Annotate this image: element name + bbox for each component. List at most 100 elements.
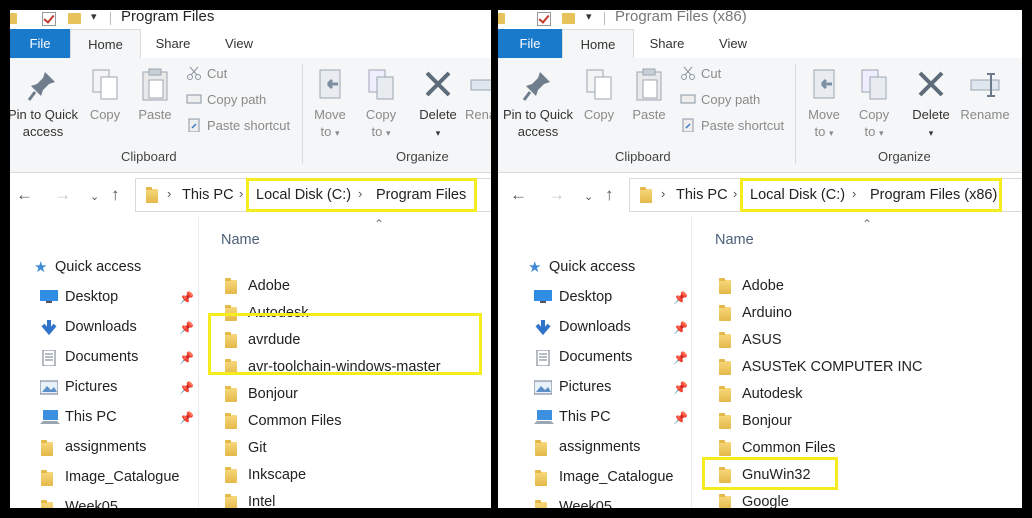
tab-home[interactable]: Home [562,29,634,60]
list-item[interactable]: Common Files [225,413,341,429]
copy-button[interactable]: Copy [87,68,123,123]
list-item[interactable]: Adobe [225,278,290,294]
copy-path-button[interactable]: Copy path [680,92,760,107]
cut-button[interactable]: Cut [186,66,227,81]
list-item[interactable]: Git [225,440,267,456]
properties-check-icon[interactable] [537,12,551,26]
column-header-name[interactable]: Name [715,232,754,248]
rename-icon [970,73,1000,97]
explorer-window-program-files: ▾ Program Files File Home Share View Pin… [10,10,491,508]
copy-button[interactable]: Copy [581,68,617,123]
nav-item-desktop[interactable]: Desktop [534,289,612,305]
delete-button[interactable]: Delete ▾ [415,68,461,142]
nav-item-this-pc[interactable]: This PC [40,409,117,425]
nav-item-image-catalogue[interactable]: Image_Catalogue [40,469,180,486]
scissors-icon [186,66,202,80]
nav-item-downloads[interactable]: Downloads [40,319,137,336]
forward-arrow-icon[interactable]: → [548,185,565,205]
copy-to-button[interactable]: Copy to ▾ [853,68,895,142]
organize-group-label: Organize [878,149,931,164]
list-item[interactable]: Google [719,494,789,508]
new-folder-icon[interactable] [68,13,81,24]
list-item[interactable]: ASUS [719,332,782,348]
list-item[interactable]: Adobe [719,278,784,294]
column-header-name[interactable]: Name [221,232,260,248]
sort-ascending-icon: ⌃ [862,217,873,231]
list-item[interactable]: Autodesk [719,386,802,402]
customize-toolbar-icon[interactable]: ▾ [91,10,97,23]
folder-icon [535,440,547,456]
chevron-right-icon[interactable]: › [661,186,665,201]
delete-button[interactable]: Delete ▾ [908,68,954,142]
folder-icon [41,470,53,486]
list-item[interactable]: Bonjour [719,413,792,429]
pin-to-quick-access-button[interactable]: Pin to Quick access [500,68,576,140]
tab-file[interactable]: File [498,29,562,58]
copy-to-label-line2: to [864,124,876,139]
tab-share[interactable]: Share [149,29,197,58]
breadcrumb-this-pc[interactable]: This PC [676,187,728,203]
tab-view[interactable]: View [709,29,757,58]
up-arrow-icon[interactable]: ↑ [111,185,120,205]
paste-shortcut-label: Paste shortcut [207,118,291,133]
paste-button[interactable]: Paste [136,68,174,123]
forward-arrow-icon[interactable]: → [54,185,71,205]
tab-file[interactable]: File [10,29,70,58]
nav-item-desktop[interactable]: Desktop [40,289,118,305]
folder-icon [719,305,731,321]
move-to-button[interactable]: Move to ▾ [309,68,351,142]
chevron-right-icon[interactable]: › [239,186,243,201]
list-item-label: Inkscape [248,467,307,483]
customize-toolbar-icon[interactable]: ▾ [586,10,592,23]
chevron-right-icon[interactable]: › [733,186,737,201]
tab-share[interactable]: Share [643,29,691,58]
copy-path-button[interactable]: Copy path [186,92,266,107]
rename-button[interactable]: Rena [465,68,491,123]
copy-to-button[interactable]: Copy to ▾ [360,68,402,142]
back-arrow-icon[interactable]: ← [510,185,527,205]
cut-button[interactable]: Cut [680,66,721,81]
rename-button[interactable]: Rename [957,68,1013,123]
nav-item-assignments[interactable]: assignments [40,439,146,456]
title-bar: ▾ Program Files (x86) [498,10,1022,29]
breadcrumb-this-pc[interactable]: This PC [182,187,234,203]
paste-shortcut-button[interactable]: Paste shortcut [680,118,784,133]
nav-item-documents[interactable]: Documents [40,349,138,367]
nav-item-image-catalogue[interactable]: Image_Catalogue [534,469,673,486]
nav-item-downloads[interactable]: Downloads [534,319,631,336]
list-item[interactable]: Arduino [719,305,792,321]
nav-item-assignments[interactable]: assignments [534,439,640,456]
chevron-right-icon[interactable]: › [167,186,171,201]
desktop-icon [40,290,58,308]
list-item[interactable]: Bonjour [225,386,298,402]
list-item[interactable]: Common Files [719,440,835,456]
paste-shortcut-button[interactable]: Paste shortcut [186,118,290,133]
explorer-window-program-files-x86: ▾ Program Files (x86) File Home Share Vi… [498,10,1022,508]
move-to-button[interactable]: Move to ▾ [803,68,845,142]
recent-locations-chevron-icon[interactable]: ⌄ [90,190,99,203]
copy-to-label-line2: to [371,124,383,139]
tab-view[interactable]: View [215,29,263,58]
up-arrow-icon[interactable]: ↑ [605,185,614,205]
nav-item-this-pc[interactable]: This PC [534,409,611,425]
list-item[interactable]: Intel [225,494,275,508]
pin-to-quick-access-button[interactable]: Pin to Quick access [10,68,81,140]
new-folder-icon[interactable] [562,13,575,24]
nav-item-documents[interactable]: Documents [534,349,632,367]
nav-quick-access[interactable]: ★ Quick access [528,259,635,276]
nav-item-pictures[interactable]: Pictures [533,379,611,395]
recent-locations-chevron-icon[interactable]: ⌄ [584,190,593,203]
list-item[interactable]: ASUSTeK COMPUTER INC [719,359,922,375]
nav-item-pictures[interactable]: Pictures [39,379,117,395]
nav-item-week05[interactable]: Week05 [40,499,118,508]
paste-icon [142,68,168,101]
nav-item-label: Image_Catalogue [65,469,180,485]
move-to-chevron-icon: ▾ [334,128,340,138]
nav-item-week05[interactable]: Week05 [534,499,612,508]
tab-home[interactable]: Home [70,29,141,60]
back-arrow-icon[interactable]: ← [16,185,33,205]
list-item[interactable]: Inkscape [225,467,306,483]
paste-button[interactable]: Paste [630,68,668,123]
nav-quick-access[interactable]: ★ Quick access [34,259,141,276]
properties-check-icon[interactable] [42,12,56,26]
